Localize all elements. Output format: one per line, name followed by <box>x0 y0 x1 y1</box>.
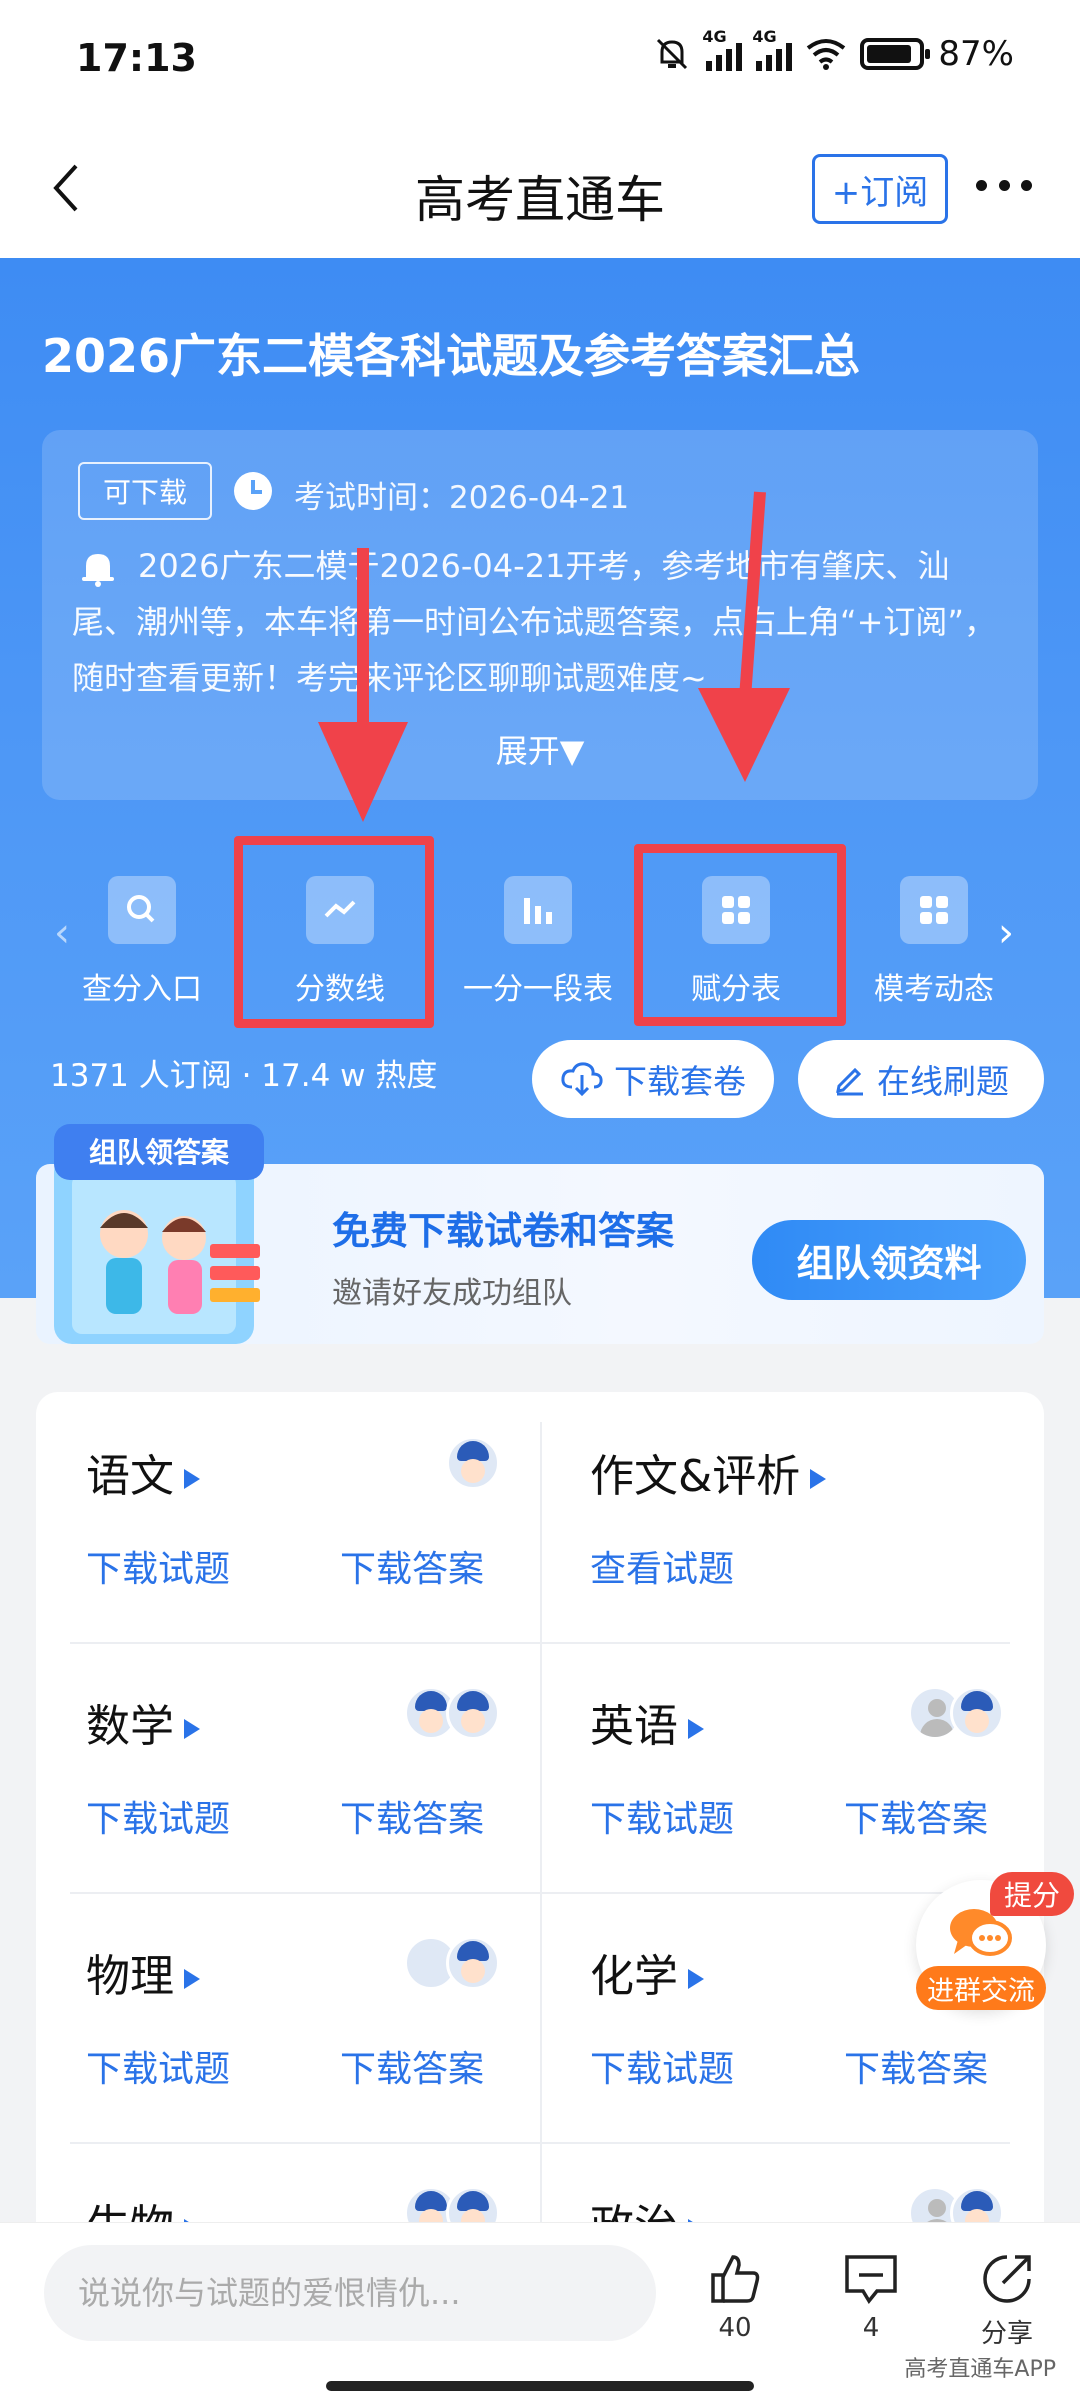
banner-title: 免费下载试卷和答案 <box>332 1209 675 1253</box>
subject-cell-chinese: 语文 下载试题 下载答案 <box>36 1392 540 1642</box>
thumbs-up-icon <box>711 2255 760 2303</box>
bottom-bar: 40 4 分享 高考直通车APP <box>0 2222 1080 2400</box>
subject-name[interactable]: 化学 <box>590 1940 704 2004</box>
download-answers-link[interactable]: 下载答案 <box>340 1540 484 1592</box>
subject-name[interactable]: 作文&评析 <box>590 1440 827 1504</box>
download-answers-link[interactable]: 下载答案 <box>340 2040 484 2092</box>
download-answers-link[interactable]: 下载答案 <box>844 1790 988 1842</box>
download-answers-link[interactable]: 下载答案 <box>844 2040 988 2092</box>
like-count: 40 <box>718 2313 752 2343</box>
share-label: 分享 <box>980 2319 1033 2349</box>
download-answers-link[interactable]: 下载答案 <box>340 1790 484 1842</box>
triangle-right-icon <box>688 1969 704 1989</box>
triangle-right-icon <box>688 1719 704 1739</box>
banner-illustration: 组队领答案 <box>54 1124 264 1344</box>
subject-name[interactable]: 物理 <box>86 1940 200 2004</box>
triangle-right-icon <box>184 1719 200 1739</box>
home-indicator[interactable] <box>326 2381 754 2391</box>
subject-cell-english: 英语 下载试题 下载答案 <box>540 1642 1044 1892</box>
subject-grid: 语文 下载试题 下载答案 作文&评析 查看试题 数学 下载试题 下载答案 英语 … <box>36 1392 1044 2252</box>
avatar <box>446 1936 500 1990</box>
download-questions-link[interactable]: 下载试题 <box>86 1540 230 1592</box>
comment-count: 4 <box>862 2313 880 2343</box>
comment-input[interactable] <box>44 2245 656 2341</box>
share-icon <box>983 2255 1031 2303</box>
subject-cell-math: 数学 下载试题 下载答案 <box>36 1642 540 1892</box>
triangle-right-icon <box>184 1469 200 1489</box>
comment-icon <box>845 2255 897 2305</box>
app-watermark: 高考直通车APP <box>904 2357 1056 2382</box>
avatar <box>950 1686 1004 1740</box>
triangle-right-icon <box>810 1469 827 1489</box>
subject-name[interactable]: 语文 <box>86 1440 200 1504</box>
share-button[interactable]: 分享 <box>962 2251 1052 2350</box>
avatar <box>446 1686 500 1740</box>
avatar-group <box>404 1936 500 1990</box>
boost-badge: 提分 <box>990 1872 1075 1916</box>
team-up-button[interactable]: 组队领资料 <box>752 1220 1026 1300</box>
like-button[interactable]: 40 <box>690 2251 780 2343</box>
banner-subtitle: 邀请好友成功组队 <box>332 1276 572 1311</box>
comment-button[interactable]: 4 <box>826 2251 916 2343</box>
triangle-right-icon <box>184 1969 200 1989</box>
avatar-group <box>404 1686 500 1740</box>
avatar-group <box>446 1436 500 1490</box>
team-banner[interactable]: 组队领答案 免费下载试卷和答案 邀请好友成功组队 组队领资料 <box>36 1124 1044 1344</box>
view-questions-link[interactable]: 查看试题 <box>590 1540 734 1592</box>
subject-cell-physics: 物理 下载试题 下载答案 <box>36 1892 540 2142</box>
subject-name[interactable]: 英语 <box>590 1690 704 1754</box>
svg-text:组队领答案: 组队领答案 <box>89 1136 230 1169</box>
download-questions-link[interactable]: 下载试题 <box>590 2040 734 2092</box>
avatar-group <box>908 1686 1004 1740</box>
download-questions-link[interactable]: 下载试题 <box>86 2040 230 2092</box>
download-questions-link[interactable]: 下载试题 <box>86 1790 230 1842</box>
download-questions-link[interactable]: 下载试题 <box>590 1790 734 1842</box>
join-group-button[interactable]: 进群交流 <box>916 1966 1046 2010</box>
subject-cell-essay: 作文&评析 查看试题 <box>540 1392 1044 1642</box>
subject-name[interactable]: 数学 <box>86 1690 200 1754</box>
avatar <box>446 1436 500 1490</box>
